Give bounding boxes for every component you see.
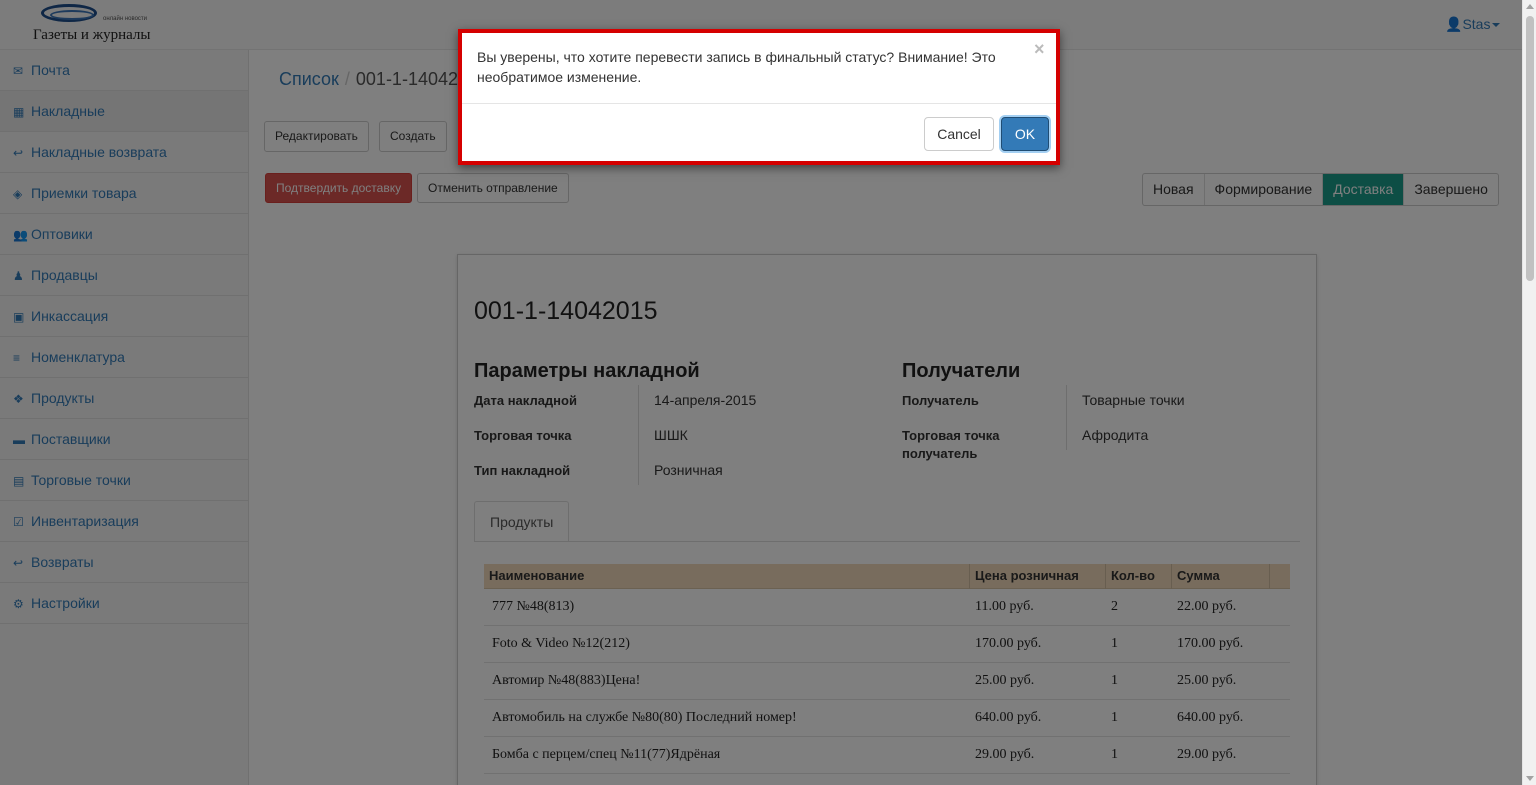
ok-button[interactable]: OK <box>1001 117 1049 151</box>
scroll-down-arrow-icon[interactable] <box>1526 776 1534 781</box>
close-icon[interactable]: × <box>1034 39 1045 60</box>
dialog-message: Вы уверены, что хотите перевести запись … <box>462 33 1056 104</box>
scrollbar-thumb[interactable] <box>1526 16 1534 281</box>
cancel-button[interactable]: Cancel <box>924 117 994 151</box>
scroll-up-arrow-icon[interactable] <box>1526 4 1534 9</box>
confirm-dialog: Вы уверены, что хотите перевести запись … <box>458 29 1060 165</box>
page-scrollbar[interactable] <box>1522 0 1536 785</box>
